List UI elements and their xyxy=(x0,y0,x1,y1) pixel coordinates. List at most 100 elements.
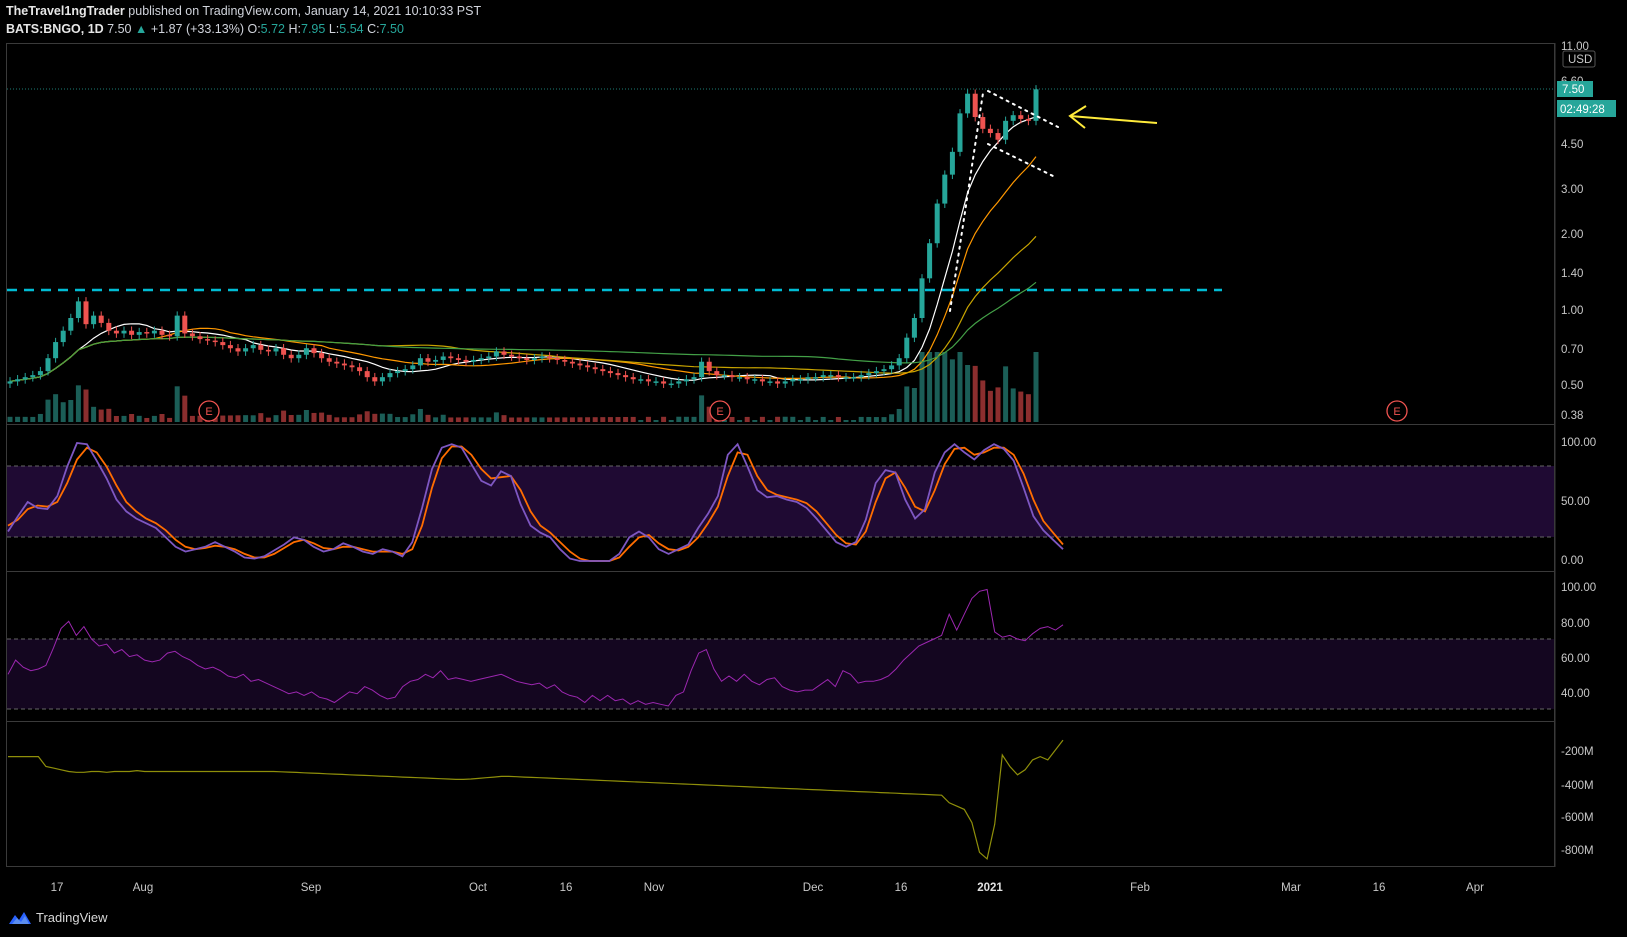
volume-bar xyxy=(493,412,499,422)
yellow-arrow-annotation[interactable] xyxy=(1068,105,1158,129)
volume-bar xyxy=(334,417,340,422)
volume-bar xyxy=(820,416,826,422)
volume-bar xyxy=(288,415,294,422)
candle xyxy=(387,368,393,382)
volume-bar xyxy=(303,410,309,422)
volume-bar xyxy=(379,413,385,422)
svg-text:7.50: 7.50 xyxy=(1562,84,1584,96)
volume-bar xyxy=(1018,391,1024,422)
volume-bar xyxy=(683,416,689,422)
stoch-tick: 0.00 xyxy=(1561,555,1583,567)
volume-bar xyxy=(121,415,127,422)
tradingview-footer[interactable]: TradingView xyxy=(8,910,108,925)
candle xyxy=(1025,114,1031,126)
volume-bar xyxy=(615,417,621,422)
candle xyxy=(661,377,667,388)
candle xyxy=(509,350,515,361)
volume-bar xyxy=(835,416,841,422)
time-tick: Mar xyxy=(1281,882,1301,894)
volume-bar xyxy=(319,412,325,422)
candle xyxy=(372,372,378,386)
svg-text:E: E xyxy=(1393,406,1400,418)
volume-bar xyxy=(516,417,522,422)
obv-tick: -600M xyxy=(1561,812,1594,824)
volume-bar xyxy=(37,413,43,422)
volume-bar xyxy=(326,414,332,422)
volume-bar xyxy=(174,386,180,422)
currency-badge[interactable]: USD xyxy=(1562,50,1596,68)
time-tick: Sep xyxy=(301,882,321,894)
volume-bar xyxy=(167,417,173,422)
svg-text:USD: USD xyxy=(1568,54,1592,66)
volume-bar xyxy=(638,420,644,422)
candle xyxy=(904,333,910,363)
volume-bar xyxy=(349,417,355,422)
volume-bar xyxy=(942,352,948,422)
time-tick: 16 xyxy=(895,882,908,894)
volume-bar xyxy=(509,417,515,422)
candle xyxy=(311,344,317,358)
svg-text:02:49:28: 02:49:28 xyxy=(1560,104,1605,116)
candle xyxy=(995,128,1001,145)
volume-bar xyxy=(813,420,819,422)
volume-bar xyxy=(220,415,226,422)
candle xyxy=(600,364,606,376)
candle xyxy=(440,352,446,365)
volume-bar xyxy=(151,415,157,422)
candle xyxy=(235,344,241,356)
candle xyxy=(68,313,74,336)
candle xyxy=(797,375,803,384)
volume-bar xyxy=(775,416,781,422)
volume-bar xyxy=(569,417,575,422)
volume-bar xyxy=(881,417,887,422)
rsi-tick: 100.00 xyxy=(1561,582,1596,594)
candle xyxy=(607,366,613,378)
price-tick: 2.00 xyxy=(1561,229,1583,241)
candle xyxy=(957,109,963,157)
candle xyxy=(1010,110,1016,126)
candle xyxy=(98,311,104,328)
time-tick: 2021 xyxy=(977,882,1003,894)
stoch-band xyxy=(7,466,1554,537)
candle xyxy=(592,363,598,374)
time-axis[interactable]: 17 Aug Sep Oct 16 Nov Dec 16 2021 Feb Ma… xyxy=(51,882,1485,894)
earnings-marker[interactable]: E xyxy=(709,400,731,422)
volume-bar xyxy=(106,408,112,422)
rsi-tick: 40.00 xyxy=(1561,688,1590,700)
candle xyxy=(417,353,423,370)
candle xyxy=(851,372,857,382)
price-tick: 4.50 xyxy=(1561,139,1583,151)
volume-bar xyxy=(395,417,401,422)
volume-bar xyxy=(592,417,598,422)
candle xyxy=(205,334,211,345)
volume-bar xyxy=(896,408,902,422)
candle xyxy=(463,355,469,367)
tradingview-logo-icon xyxy=(9,911,31,924)
earnings-marker[interactable]: E xyxy=(1386,400,1408,422)
volume-bar xyxy=(440,414,446,422)
volume-bar xyxy=(607,417,613,422)
candle xyxy=(281,344,287,360)
chart-canvas[interactable]: E E E 11.00 6.60 4.50 3.00 2.00 1.40 1.0… xyxy=(0,0,1627,937)
volume-bar xyxy=(1025,394,1031,422)
candle xyxy=(220,337,226,350)
candle xyxy=(478,353,484,365)
candle xyxy=(744,372,750,384)
candle xyxy=(448,352,454,363)
volume-bar xyxy=(630,416,636,422)
price-axis[interactable]: 11.00 6.60 4.50 3.00 2.00 1.40 1.00 0.70… xyxy=(1561,41,1589,422)
earnings-marker[interactable]: E xyxy=(198,400,220,422)
volume-bar xyxy=(15,416,21,422)
volume-bar xyxy=(873,417,879,422)
volume-bar xyxy=(980,380,986,422)
volume-bar xyxy=(364,411,370,422)
volume-bar xyxy=(911,388,917,422)
candle xyxy=(980,112,986,134)
volume-bar xyxy=(53,394,59,422)
candle xyxy=(585,361,591,372)
volume-bar xyxy=(30,416,36,422)
volume-bar xyxy=(562,417,568,422)
candle xyxy=(106,318,112,336)
candle xyxy=(653,377,659,386)
volume-bar xyxy=(113,416,119,422)
